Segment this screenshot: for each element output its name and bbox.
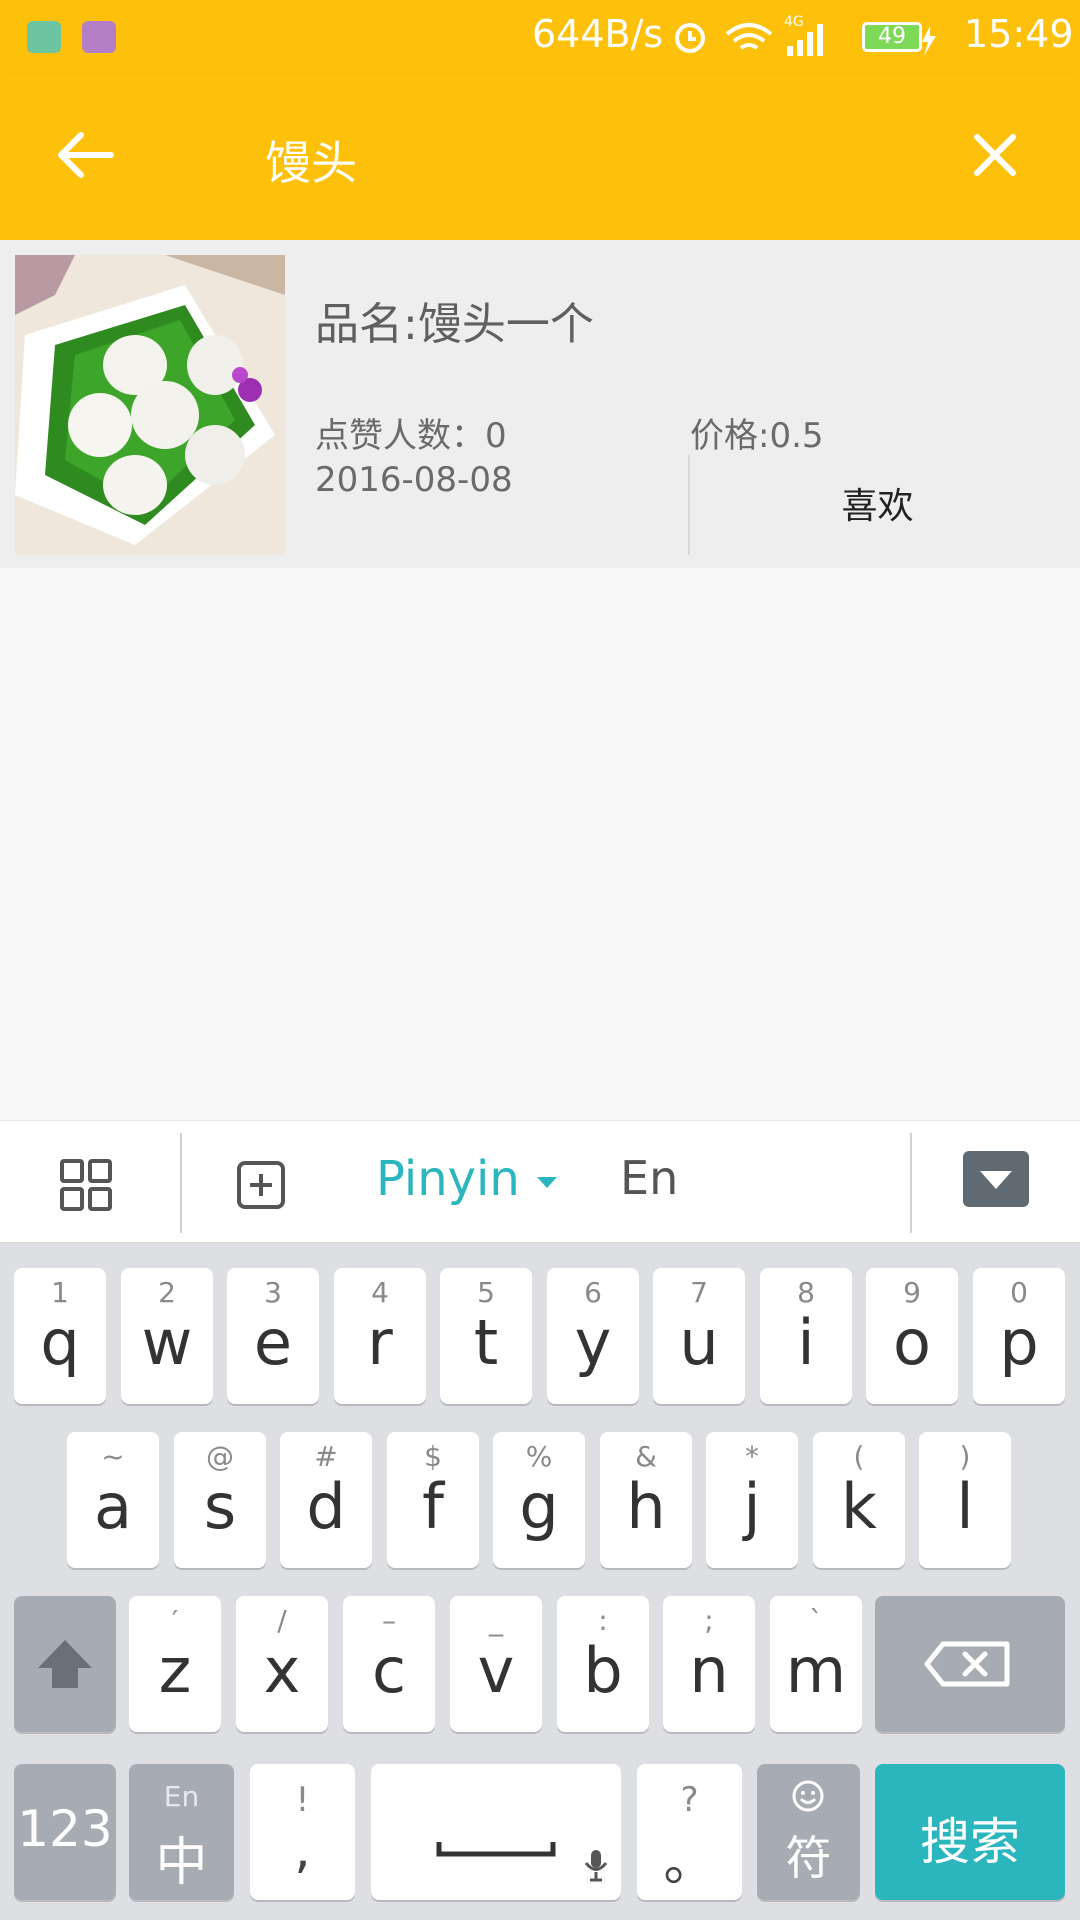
ime-english-button[interactable]: En bbox=[620, 1151, 678, 1205]
back-button[interactable] bbox=[45, 115, 125, 195]
key-i[interactable]: 8i bbox=[760, 1268, 852, 1404]
ime-menu-button[interactable] bbox=[58, 1157, 114, 1213]
key-n[interactable]: ; n bbox=[663, 1596, 755, 1732]
key-h[interactable]: & h bbox=[600, 1432, 692, 1568]
microphone-icon bbox=[584, 1850, 608, 1882]
backspace-icon bbox=[924, 1641, 1010, 1687]
battery-indicator: 49 bbox=[862, 22, 922, 52]
android-notification-icon bbox=[27, 21, 61, 53]
arrow-left-icon bbox=[58, 132, 114, 178]
numbers-key[interactable]: 123 bbox=[14, 1764, 116, 1900]
symbols-key[interactable]: 符 bbox=[757, 1764, 860, 1900]
key-l[interactable]: ) l bbox=[919, 1432, 1011, 1568]
key-w[interactable]: 2w bbox=[121, 1268, 213, 1404]
charging-icon bbox=[922, 26, 936, 56]
key-p[interactable]: 0p bbox=[973, 1268, 1065, 1404]
period-key[interactable]: ? 。 bbox=[637, 1764, 742, 1900]
divider bbox=[910, 1133, 912, 1233]
key-r[interactable]: 4r bbox=[334, 1268, 426, 1404]
key-c[interactable]: – c bbox=[343, 1596, 435, 1732]
gallery-notification-icon bbox=[82, 21, 116, 53]
keyboard: 1q 2w 3e 4r 5t 6y 7u 8i 9o 0p ~ a @ s # d $… bbox=[0, 1244, 1080, 1920]
comma-key[interactable]: ! , bbox=[250, 1764, 355, 1900]
svg-text:4G: 4G bbox=[784, 14, 804, 30]
key-t[interactable]: 5t bbox=[440, 1268, 532, 1404]
key-e[interactable]: 3e bbox=[227, 1268, 319, 1404]
key-x[interactable]: / x bbox=[236, 1596, 328, 1732]
grid-icon bbox=[60, 1159, 112, 1211]
product-date: 2016-08-08 bbox=[315, 460, 513, 500]
product-price: 价格:0.5 bbox=[690, 416, 824, 456]
product-image bbox=[15, 255, 285, 555]
ime-add-button[interactable] bbox=[233, 1157, 289, 1213]
key-b[interactable]: :b bbox=[557, 1596, 649, 1732]
clock: 15:49 bbox=[964, 12, 1074, 56]
language-switch-key[interactable]: En 中 bbox=[129, 1764, 234, 1900]
key-m[interactable]: ` m bbox=[770, 1596, 862, 1732]
ime-pinyin-selector[interactable]: Pinyin bbox=[376, 1151, 559, 1207]
key-u[interactable]: 7u bbox=[653, 1268, 745, 1404]
status-bar: 644B/s 4G 49 15:49 bbox=[0, 0, 1080, 75]
key-z[interactable]: ′ z bbox=[129, 1596, 221, 1732]
backspace-key[interactable] bbox=[875, 1596, 1065, 1732]
shift-icon bbox=[38, 1640, 92, 1688]
wifi-icon bbox=[725, 23, 773, 50]
likes-count: 点赞人数：0 bbox=[315, 416, 507, 456]
close-button[interactable] bbox=[955, 115, 1035, 195]
plus-box-icon bbox=[237, 1161, 285, 1209]
product-name: 品名:馒头一个 bbox=[315, 299, 594, 350]
space-key[interactable] bbox=[371, 1764, 621, 1900]
ime-toolbar: Pinyin En bbox=[0, 1120, 1080, 1244]
key-s[interactable]: @ s bbox=[174, 1432, 266, 1568]
key-o[interactable]: 9o bbox=[866, 1268, 958, 1404]
page-title: 馒头 bbox=[265, 136, 357, 190]
emoji-icon bbox=[792, 1780, 824, 1812]
key-a[interactable]: ~ a bbox=[67, 1432, 159, 1568]
chevron-down-icon bbox=[980, 1171, 1012, 1189]
close-icon bbox=[974, 134, 1016, 176]
key-d[interactable]: # d bbox=[280, 1432, 372, 1568]
shift-key[interactable] bbox=[14, 1596, 116, 1732]
product-card[interactable]: 品名:馒头一个 点赞人数：0 2016-08-08 价格:0.5 喜欢 bbox=[0, 240, 1080, 568]
search-key[interactable]: 搜索 bbox=[875, 1764, 1065, 1900]
like-button[interactable]: 喜欢 bbox=[690, 472, 1065, 542]
network-speed: 644B/s bbox=[532, 12, 664, 56]
dropdown-arrow-icon bbox=[537, 1177, 558, 1188]
key-y[interactable]: 6y bbox=[547, 1268, 639, 1404]
keyboard-hide-button[interactable] bbox=[963, 1151, 1029, 1207]
key-g[interactable]: % g bbox=[493, 1432, 585, 1568]
key-k[interactable]: (k bbox=[813, 1432, 905, 1568]
ime-pinyin-label: Pinyin bbox=[376, 1151, 520, 1207]
alarm-icon bbox=[675, 23, 705, 53]
key-j[interactable]: * j bbox=[706, 1432, 798, 1568]
key-q[interactable]: 1q bbox=[14, 1268, 106, 1404]
divider bbox=[180, 1133, 182, 1233]
toolbar: 馒头 bbox=[0, 75, 1080, 240]
key-f[interactable]: $ f bbox=[387, 1432, 479, 1568]
key-v[interactable]: _ v bbox=[450, 1596, 542, 1732]
